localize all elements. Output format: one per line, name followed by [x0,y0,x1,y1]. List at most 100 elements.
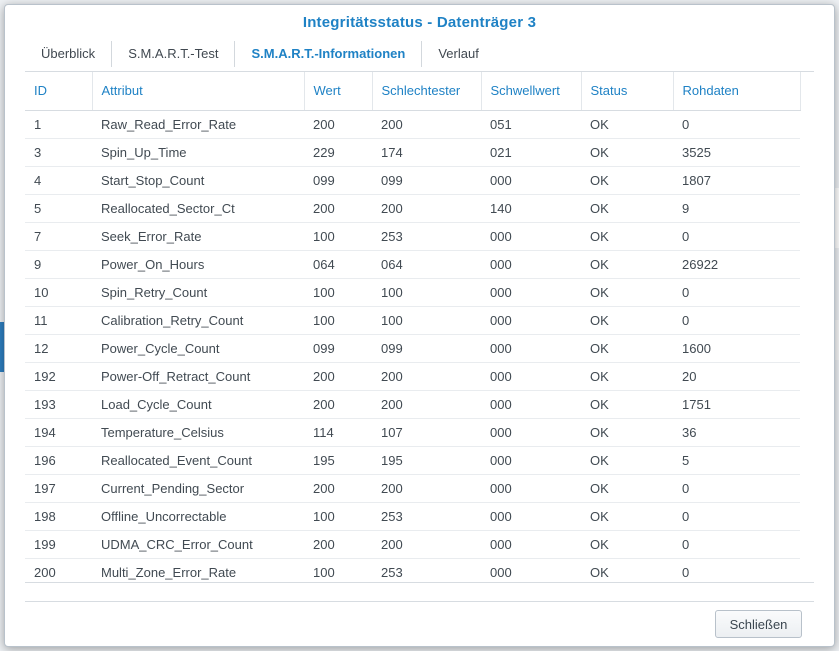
cell-status: OK [581,138,673,167]
cell-threshold: 051 [481,110,581,139]
tab-overview[interactable]: Überblick [25,41,113,67]
cell-id: 196 [25,446,92,475]
cell-id: 200 [25,558,92,582]
table-row[interactable]: 192 Power-Off_Retract_Count 200 200 000 OK 20 [25,362,800,391]
smart-table-container[interactable]: ID Attribut Wert Schlechtester Schwellwe… [25,71,814,583]
cell-status: OK [581,502,673,531]
cell-status: OK [581,334,673,363]
cell-status: OK [581,166,673,195]
cell-attribute: Multi_Zone_Error_Rate [92,558,304,582]
cell-id: 192 [25,362,92,391]
cell-value: 100 [304,502,372,531]
cell-id: 1 [25,110,92,139]
footer-divider [25,601,814,602]
cell-id: 193 [25,390,92,419]
table-row[interactable]: 200 Multi_Zone_Error_Rate 100 253 000 OK 0 [25,558,800,582]
cell-value: 200 [304,530,372,559]
cell-value: 100 [304,222,372,251]
cell-threshold: 140 [481,194,581,223]
table-row[interactable]: 199 UDMA_CRC_Error_Count 200 200 000 OK 0 [25,530,800,559]
cell-attribute: Calibration_Retry_Count [92,306,304,335]
table-row[interactable]: 196 Reallocated_Event_Count 195 195 000 OK 5 [25,446,800,475]
column-header-attribute[interactable]: Attribut [92,72,305,111]
table-row[interactable]: 10 Spin_Retry_Count 100 100 000 OK 0 [25,278,800,307]
cell-raw: 0 [673,502,800,531]
cell-raw: 1751 [673,390,800,419]
column-header-threshold[interactable]: Schwellwert [481,72,582,111]
cell-status: OK [581,474,673,503]
cell-value: 229 [304,138,372,167]
cell-raw: 0 [673,530,800,559]
cell-attribute: UDMA_CRC_Error_Count [92,530,304,559]
table-row[interactable]: 194 Temperature_Celsius 114 107 000 OK 36 [25,418,800,447]
cell-worst: 195 [372,446,481,475]
cell-value: 100 [304,306,372,335]
cell-id: 10 [25,278,92,307]
cell-status: OK [581,446,673,475]
cell-threshold: 000 [481,502,581,531]
cell-raw: 0 [673,306,800,335]
tab-smart-test[interactable]: S.M.A.R.T.-Test [112,41,236,67]
cell-id: 199 [25,530,92,559]
cell-attribute: Load_Cycle_Count [92,390,304,419]
cell-raw: 0 [673,474,800,503]
cell-threshold: 000 [481,222,581,251]
cell-status: OK [581,194,673,223]
dialog-title: Integritätsstatus - Datenträger 3 [302,14,537,31]
cell-status: OK [581,306,673,335]
cell-attribute: Power_On_Hours [92,250,304,279]
cell-attribute: Seek_Error_Rate [92,222,304,251]
cell-id: 12 [25,334,92,363]
cell-id: 197 [25,474,92,503]
column-header-raw[interactable]: Rohdaten [673,72,801,111]
cell-threshold: 000 [481,558,581,582]
cell-threshold: 000 [481,418,581,447]
table-row[interactable]: 7 Seek_Error_Rate 100 253 000 OK 0 [25,222,800,251]
table-row[interactable]: 4 Start_Stop_Count 099 099 000 OK 1807 [25,166,800,195]
cell-threshold: 000 [481,446,581,475]
table-row[interactable]: 197 Current_Pending_Sector 200 200 000 OK 0 [25,474,800,503]
column-header-worst[interactable]: Schlechtester [372,72,482,111]
cell-value: 100 [304,278,372,307]
tab-history[interactable]: Verlauf [422,41,494,67]
cell-raw: 1600 [673,334,800,363]
table-row[interactable]: 11 Calibration_Retry_Count 100 100 000 OK 0 [25,306,800,335]
cell-worst: 100 [372,278,481,307]
cell-attribute: Power_Cycle_Count [92,334,304,363]
cell-worst: 200 [372,474,481,503]
cell-worst: 200 [372,390,481,419]
column-header-id[interactable]: ID [25,72,93,111]
cell-id: 11 [25,306,92,335]
cell-threshold: 000 [481,334,581,363]
tab-bar: Überblick S.M.A.R.T.-Test S.M.A.R.T.-Inf… [25,39,495,69]
table-row[interactable]: 1 Raw_Read_Error_Rate 200 200 051 OK 0 [25,110,800,139]
cell-raw: 36 [673,418,800,447]
cell-status: OK [581,250,673,279]
cell-value: 200 [304,362,372,391]
cell-value: 099 [304,166,372,195]
table-row[interactable]: 12 Power_Cycle_Count 099 099 000 OK 1600 [25,334,800,363]
table-body: 1 Raw_Read_Error_Rate 200 200 051 OK 0 3 Spin_Up… [25,110,800,582]
cell-attribute: Reallocated_Event_Count [92,446,304,475]
table-header-row: ID Attribut Wert Schlechtester Schwellwe… [25,72,801,111]
column-header-status[interactable]: Status [581,72,674,111]
cell-threshold: 000 [481,306,581,335]
cell-raw: 0 [673,278,800,307]
table-row[interactable]: 3 Spin_Up_Time 229 174 021 OK 3525 [25,138,800,167]
table-row[interactable]: 193 Load_Cycle_Count 200 200 000 OK 1751 [25,390,800,419]
table-row[interactable]: 198 Offline_Uncorrectable 100 253 000 OK 0 [25,502,800,531]
health-status-dialog: Integritätsstatus - Datenträger 3 Überbl… [4,4,835,647]
table-row[interactable]: 5 Reallocated_Sector_Ct 200 200 140 OK 9 [25,194,800,223]
cell-id: 194 [25,418,92,447]
close-button[interactable]: Schließen [715,610,802,638]
cell-worst: 099 [372,334,481,363]
cell-value: 200 [304,474,372,503]
table-row[interactable]: 9 Power_On_Hours 064 064 000 OK 26922 [25,250,800,279]
column-header-value[interactable]: Wert [304,72,373,111]
cell-id: 198 [25,502,92,531]
cell-status: OK [581,558,673,582]
tab-smart-info[interactable]: S.M.A.R.T.-Informationen [235,41,423,67]
cell-value: 100 [304,558,372,582]
cell-raw: 0 [673,558,800,582]
cell-attribute: Temperature_Celsius [92,418,304,447]
